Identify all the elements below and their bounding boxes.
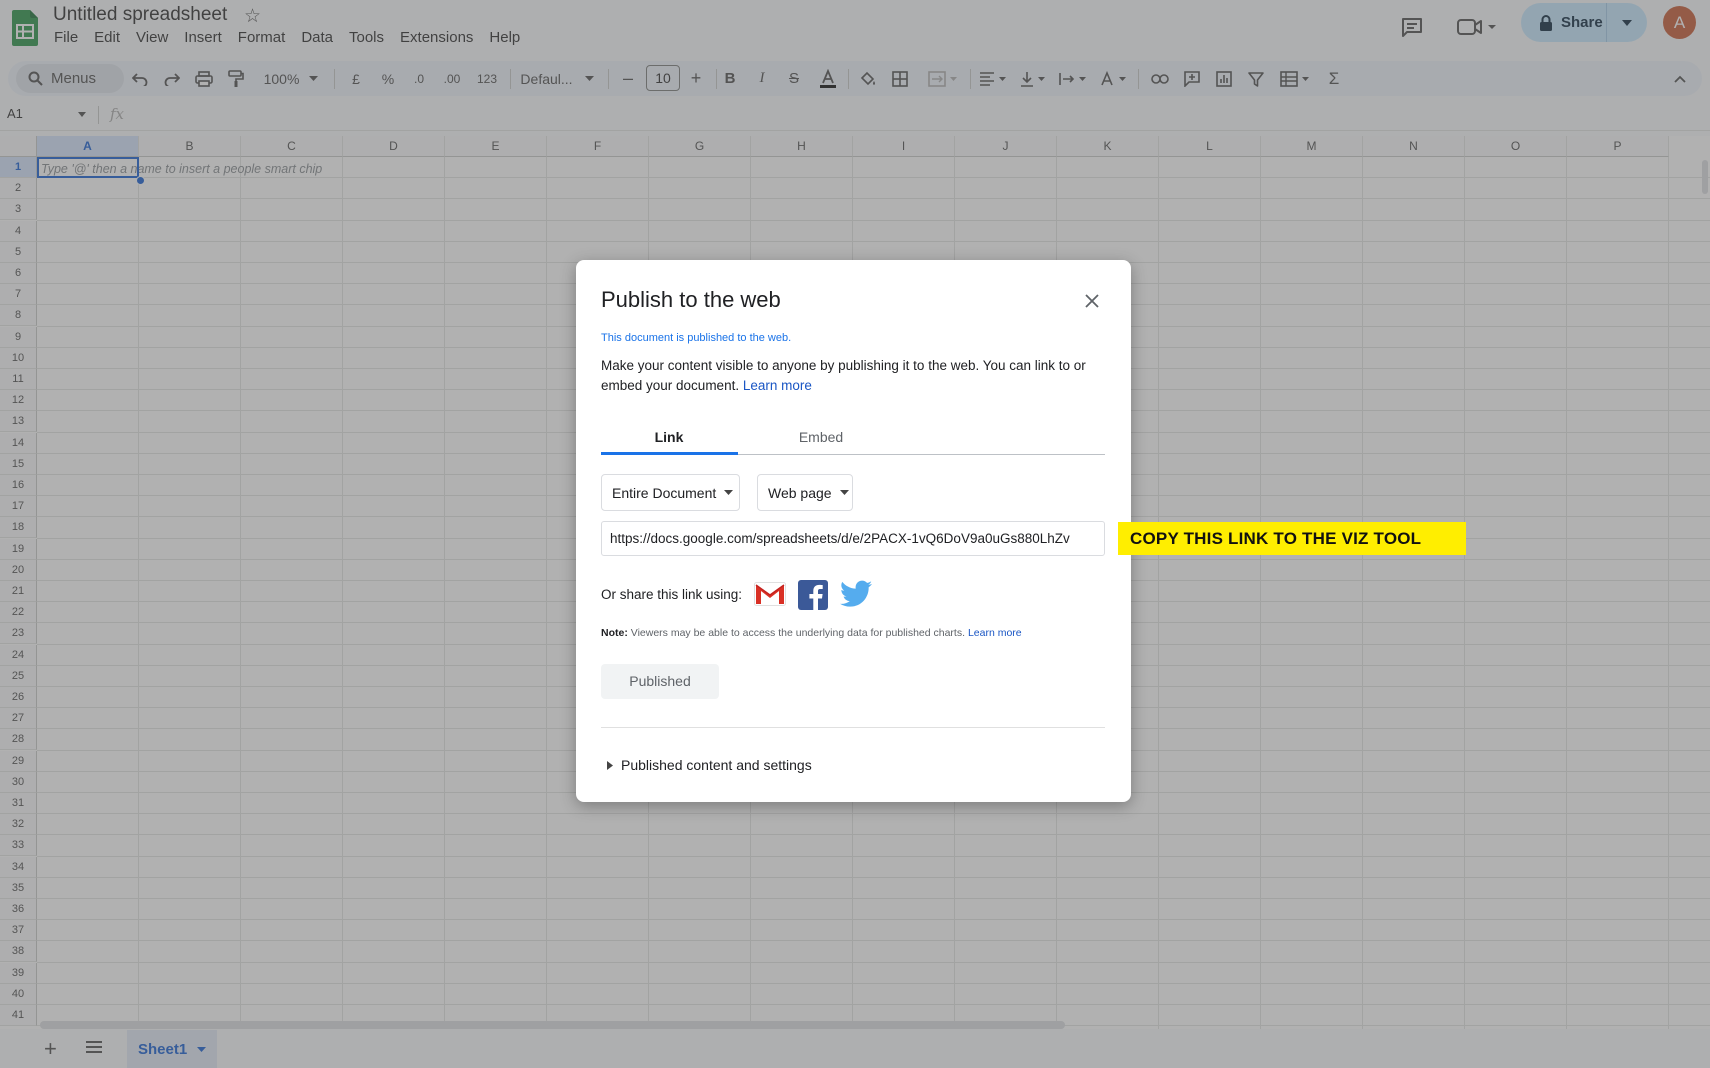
facebook-icon[interactable] (798, 580, 828, 610)
twitter-icon[interactable] (840, 580, 872, 608)
tab-link[interactable]: Link (601, 429, 737, 445)
format-select-value: Web page (768, 484, 832, 501)
active-tab-indicator (601, 452, 738, 455)
tab-embed[interactable]: Embed (753, 429, 889, 445)
annotation-callout: COPY THIS LINK TO THE VIZ TOOL (1118, 522, 1466, 555)
caret-right-icon (607, 760, 613, 770)
note-text: Viewers may be able to access the underl… (630, 627, 966, 639)
chevron-down-icon (724, 490, 734, 495)
dialog-divider (601, 727, 1105, 728)
dialog-title: Publish to the web (601, 287, 781, 312)
format-select[interactable]: Web page (757, 474, 853, 511)
published-settings-label: Published content and settings (621, 757, 812, 773)
published-url-field[interactable]: https://docs.google.com/spreadsheets/d/e… (601, 521, 1105, 556)
note-label: Note: (601, 627, 628, 639)
note-learn-more-link[interactable]: Learn more (968, 627, 1022, 639)
share-link-label: Or share this link using: (601, 587, 743, 602)
learn-more-link[interactable]: Learn more (743, 378, 812, 393)
close-icon[interactable] (1080, 289, 1104, 313)
gmail-icon[interactable] (754, 582, 786, 606)
scope-select[interactable]: Entire Document (601, 474, 740, 511)
published-data-note: Note: Viewers may be able to access the … (601, 627, 1022, 639)
publish-status: This document is published to the web. (601, 332, 792, 344)
published-settings-toggle[interactable]: Published content and settings (607, 757, 812, 773)
chevron-down-icon (839, 490, 849, 495)
scope-select-value: Entire Document (612, 484, 717, 501)
publish-tabs: Link Embed (601, 425, 1105, 455)
publish-to-web-dialog: Publish to the web This document is publ… (576, 260, 1131, 802)
published-button[interactable]: Published (601, 664, 719, 699)
dialog-description: Make your content visible to anyone by p… (601, 356, 1106, 396)
description-text: Make your content visible to anyone by p… (601, 358, 1086, 393)
